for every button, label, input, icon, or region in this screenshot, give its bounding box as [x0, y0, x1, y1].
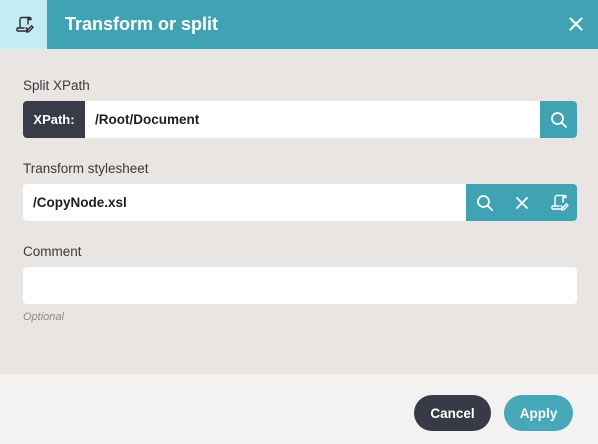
- xpath-prefix-badge: XPath:: [23, 101, 85, 138]
- search-icon[interactable]: [540, 101, 577, 138]
- split-xpath-input[interactable]: [85, 101, 540, 138]
- split-xpath-row: XPath:: [23, 101, 577, 138]
- transform-stylesheet-row: [23, 184, 577, 221]
- dialog-header: Transform or split: [0, 0, 598, 49]
- split-xpath-label: Split XPath: [23, 78, 90, 93]
- apply-button[interactable]: Apply: [504, 395, 573, 431]
- dialog-title: Transform or split: [65, 14, 219, 34]
- comment-optional-hint: Optional: [23, 311, 64, 323]
- search-icon[interactable]: [466, 184, 503, 221]
- transform-stylesheet-label: Transform stylesheet: [23, 161, 149, 176]
- dialog-footer: Cancel Apply: [0, 374, 598, 444]
- script-edit-icon: [0, 0, 47, 49]
- transform-split-dialog: Transform or split Split XPath XPath: Tr…: [0, 0, 598, 444]
- stylesheet-edit-icon[interactable]: [540, 184, 577, 221]
- close-icon[interactable]: [503, 184, 540, 221]
- comment-label: Comment: [23, 244, 82, 259]
- close-icon[interactable]: [564, 12, 588, 36]
- dialog-body: Split XPath XPath: Transform stylesheet: [0, 49, 598, 374]
- comment-row: [23, 267, 577, 304]
- comment-input[interactable]: [23, 267, 577, 304]
- transform-stylesheet-input[interactable]: [23, 184, 466, 221]
- cancel-button[interactable]: Cancel: [414, 395, 491, 431]
